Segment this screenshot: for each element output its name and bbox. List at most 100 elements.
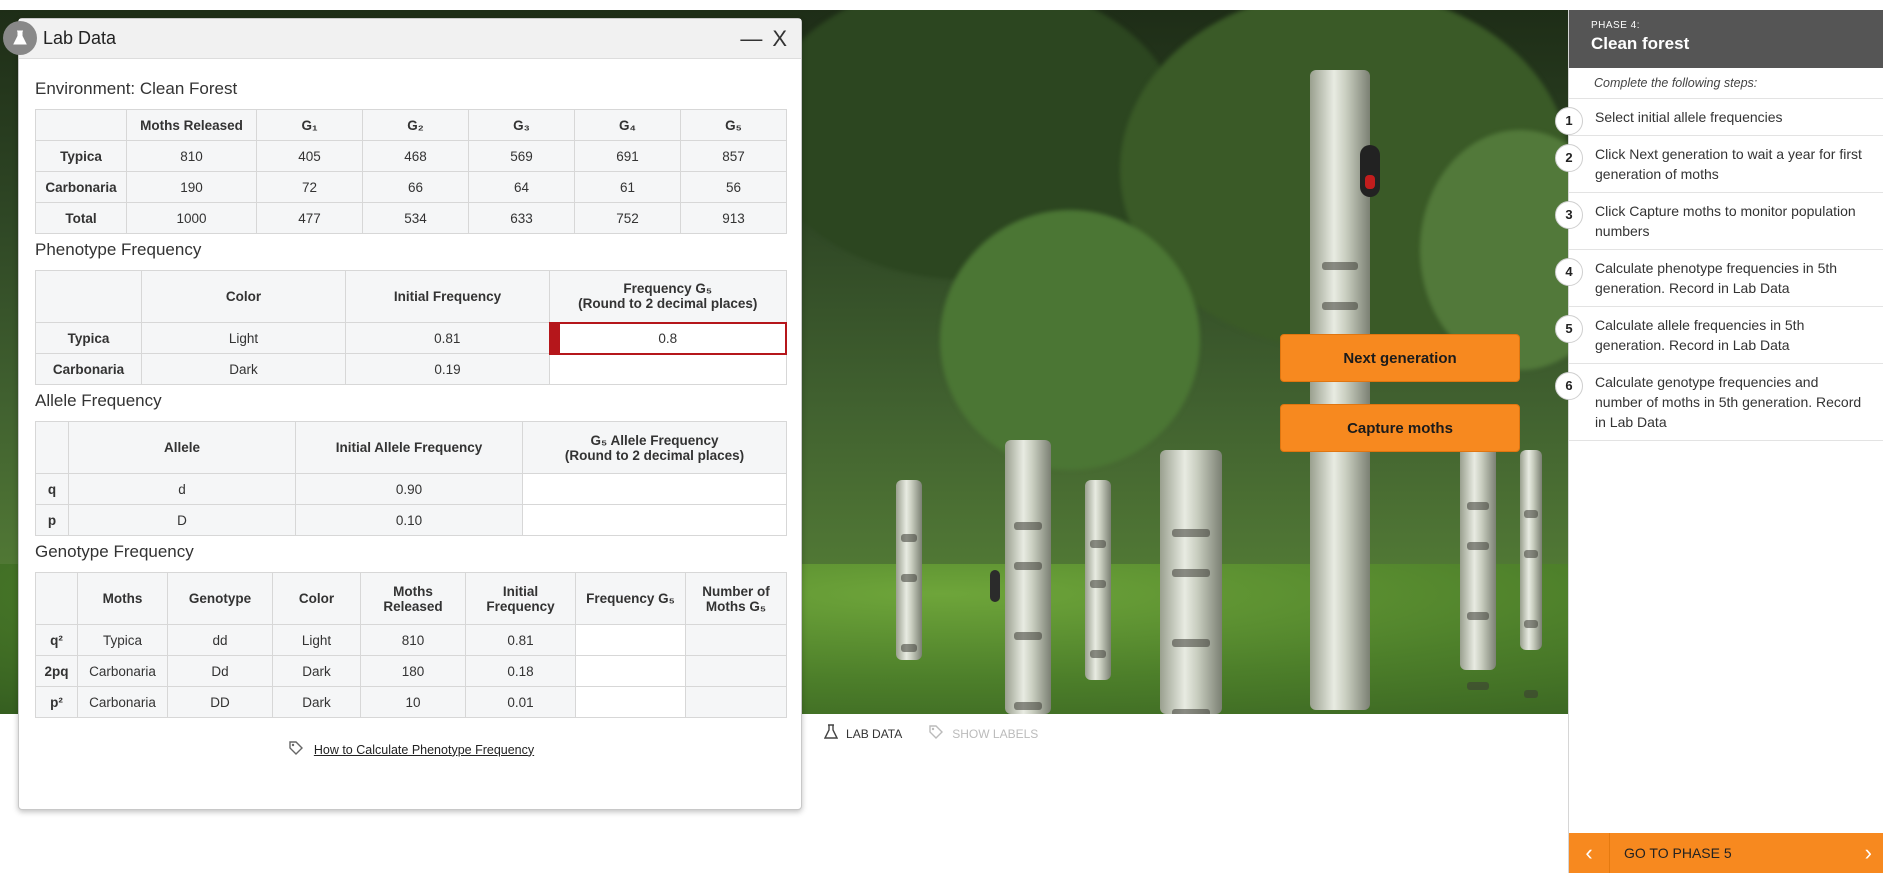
header-line: Frequency G₅: [623, 281, 713, 297]
table-row: Typica 810 405 468 569 691 857: [35, 140, 787, 172]
table-cell: Carbonaria: [77, 686, 168, 718]
header-cell: G₂: [362, 109, 469, 141]
table-cell: Dd: [167, 655, 273, 687]
header-cell: Genotype: [167, 572, 273, 625]
table-row: Typica Light 0.81 0.8: [35, 321, 787, 355]
table-row: 2pq Carbonaria Dd Dark 180 0.18: [35, 655, 787, 687]
header-cell: [35, 421, 69, 474]
table-cell: 66: [362, 171, 469, 203]
table-cell: 0.18: [465, 655, 576, 687]
go-to-phase-5-button[interactable]: GO TO PHASE 5 ›: [1609, 833, 1883, 873]
phenotype-help-link[interactable]: How to Calculate Phenotype Frequency: [35, 740, 787, 759]
table-cell: 64: [468, 171, 575, 203]
genotype-title: Genotype Frequency: [35, 542, 194, 561]
header-cell: Allele: [68, 421, 296, 474]
table-cell: 569: [468, 140, 575, 172]
lab-data-label: LAB DATA: [846, 726, 903, 741]
steps-instructions: Complete the following steps:: [1569, 68, 1883, 99]
birch-trunk: [1005, 440, 1051, 714]
table-cell: 857: [680, 140, 787, 172]
woodpecker: [1360, 145, 1380, 197]
step-text: Select initial allele frequencies: [1595, 109, 1783, 125]
table-row: p² Carbonaria DD Dark 10 0.01: [35, 686, 787, 718]
table-cell: 0.81: [465, 624, 576, 656]
dialog-title: Lab Data: [43, 28, 117, 48]
p2-frequency-g5-input[interactable]: [575, 686, 686, 718]
table-cell: 0.90: [295, 473, 523, 505]
birch-trunk: [1160, 450, 1222, 714]
next-generation-button[interactable]: Next generation: [1280, 334, 1520, 382]
row-header: Total: [35, 202, 127, 234]
scene-toolbar: S LAB DATA SHOW LABELS: [790, 724, 1038, 743]
header-cell: [35, 572, 78, 625]
table-cell: 10: [360, 686, 466, 718]
step-text: Click Next generation to wait a year for…: [1595, 146, 1862, 182]
flask-icon: [823, 724, 839, 743]
go-to-phase-footer: ‹ GO TO PHASE 5 ›: [1569, 833, 1883, 873]
table-cell: 72: [256, 171, 363, 203]
step-number: 5: [1555, 315, 1583, 343]
next-phase-chevron-icon[interactable]: ›: [1865, 840, 1872, 866]
table-cell: 0.01: [465, 686, 576, 718]
table-cell: Light: [141, 322, 346, 354]
step-number: 4: [1555, 258, 1583, 286]
panel-header: PHASE 4: Clean forest: [1569, 10, 1883, 68]
header-cell: Initial Frequency: [465, 572, 576, 625]
previous-phase-chevron-icon[interactable]: ‹: [1569, 833, 1609, 873]
typica-frequency-g5-input[interactable]: 0.8: [548, 321, 787, 355]
row-header: Typica: [35, 140, 127, 172]
table-row: Carbonaria 190 72 66 64 61 56: [35, 171, 787, 203]
table-cell: d: [68, 473, 296, 505]
row-header: q: [35, 473, 69, 505]
header-cell: Color: [141, 270, 346, 323]
header-cell: Frequency G₅ (Round to 2 decimal places): [549, 270, 787, 323]
header-cell: Frequency G₅: [575, 572, 686, 625]
q2-frequency-g5-input[interactable]: [575, 624, 686, 656]
table-cell: 56: [680, 171, 787, 203]
step-text: Click Capture moths to monitor populatio…: [1595, 203, 1856, 239]
2pq-frequency-g5-input[interactable]: [575, 655, 686, 687]
p-g5-allele-frequency-input[interactable]: [522, 504, 787, 536]
table-cell: 752: [574, 202, 681, 234]
capture-moths-button[interactable]: Capture moths: [1280, 404, 1520, 452]
table-cell: 810: [360, 624, 466, 656]
minimize-button[interactable]: —: [740, 26, 762, 52]
table-cell: 0.19: [345, 353, 550, 385]
table-cell: 691: [574, 140, 681, 172]
birch-trunk: [1085, 480, 1111, 680]
table-cell: Light: [272, 624, 361, 656]
step-item: 5 Calculate allele frequencies in 5th gen…: [1555, 307, 1883, 364]
allele-table: Allele Initial Allele Frequency G₅ Allel…: [35, 421, 787, 536]
header-cell: Color: [272, 572, 361, 625]
step-text: Calculate genotype frequencies and numbe…: [1595, 374, 1862, 430]
close-button[interactable]: X: [772, 26, 787, 52]
birch-trunk: [1520, 450, 1542, 650]
header-line: G₅ Allele Frequency: [590, 432, 719, 448]
show-labels-toolbar-button[interactable]: SHOW LABELS: [928, 724, 1038, 743]
table-cell: 468: [362, 140, 469, 172]
table-row: Total 1000 477 534 633 752 913: [35, 202, 787, 234]
table-cell: 180: [360, 655, 466, 687]
table-header-row: Allele Initial Allele Frequency G₅ Allel…: [35, 421, 787, 474]
phenotype-title: Phenotype Frequency: [35, 240, 202, 259]
carbonaria-frequency-g5-input[interactable]: [549, 353, 787, 385]
table-row: q² Typica dd Light 810 0.81: [35, 624, 787, 656]
header-cell: Moths Released: [126, 109, 257, 141]
table-cell: 913: [680, 202, 787, 234]
header-subline: (Round to 2 decimal places): [564, 447, 745, 463]
lab-data-toolbar-button[interactable]: LAB DATA: [823, 724, 903, 743]
header-cell: Moths: [77, 572, 168, 625]
row-header: Typica: [35, 322, 142, 354]
q-g5-allele-frequency-input[interactable]: [522, 473, 787, 505]
step-item: 1 Select initial allele frequencies: [1555, 99, 1883, 136]
table-row: Carbonaria Dark 0.19: [35, 353, 787, 385]
step-number: 3: [1555, 201, 1583, 229]
header-cell: G₅: [680, 109, 787, 141]
step-number: 6: [1555, 372, 1583, 400]
show-labels-label: SHOW LABELS: [952, 726, 1039, 741]
phase-title: Clean forest: [1591, 34, 1690, 53]
canopy-foliage: [940, 210, 1200, 470]
table-cell: 61: [574, 171, 681, 203]
table-cell: 810: [126, 140, 257, 172]
q2-number-of-moths-g5-cell: [685, 624, 787, 656]
